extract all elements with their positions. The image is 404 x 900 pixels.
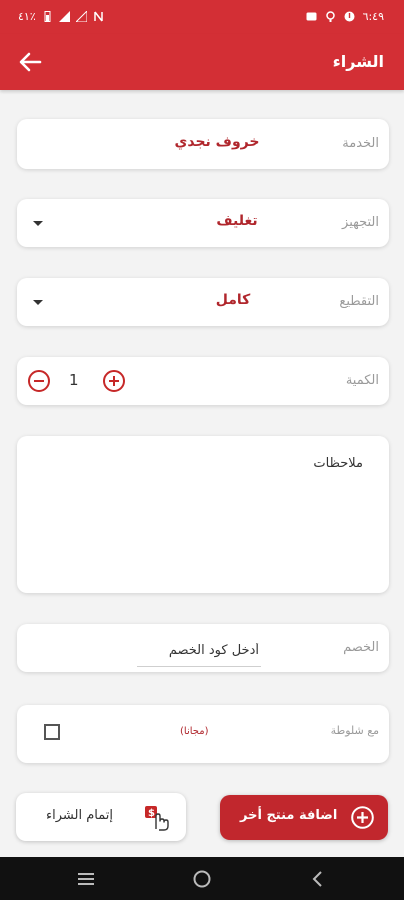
- chevron-down-icon: [33, 221, 43, 226]
- tripe-label: مع شلوطة: [330, 724, 379, 737]
- tap-to-pay-icon: $: [145, 806, 169, 831]
- quantity-label: الكمية: [345, 373, 379, 388]
- location-icon: [325, 11, 335, 22]
- preparation-value: تغليف: [216, 213, 258, 229]
- cutting-dropdown[interactable]: كامل التقطيع: [17, 278, 389, 326]
- battery-icon: [44, 11, 51, 22]
- complete-purchase-label: إتمام الشراء: [46, 808, 113, 823]
- status-bar: ٤١٪ ٦:٤٩: [0, 0, 404, 34]
- add-product-button[interactable]: اضافة منتج أخر: [220, 795, 388, 840]
- system-nav-bar: [0, 857, 404, 900]
- preparation-dropdown[interactable]: تغليف التجهيز: [17, 199, 389, 247]
- alert-icon: [344, 11, 355, 22]
- add-product-label: اضافة منتج أخر: [240, 808, 338, 823]
- nfc-icon: [94, 11, 103, 22]
- status-right: ٦:٤٩: [306, 10, 384, 23]
- discount-code-input[interactable]: [137, 634, 261, 667]
- service-label: الخدمة: [342, 136, 379, 151]
- signal-4g-icon: [75, 11, 87, 22]
- plus-circle-icon: [351, 806, 374, 829]
- notes-field[interactable]: ملاحظات: [17, 436, 389, 593]
- svg-text:$: $: [148, 808, 155, 819]
- discount-label: الخصم: [343, 640, 379, 655]
- cutting-value: كامل: [215, 292, 251, 308]
- signal-icon: [58, 11, 70, 22]
- complete-purchase-button[interactable]: إتمام الشراء $: [16, 793, 186, 841]
- app-bar: الشراء: [0, 34, 404, 90]
- quantity-stepper: 1 الكمية: [17, 357, 389, 405]
- recent-apps-icon[interactable]: [76, 869, 96, 889]
- notification-icon: [306, 12, 317, 21]
- tripe-checkbox[interactable]: [44, 724, 60, 740]
- chevron-down-icon: [33, 300, 43, 305]
- preparation-label: التجهيز: [342, 215, 379, 230]
- plus-circle-icon[interactable]: [103, 370, 125, 392]
- tripe-option: (مجانا) مع شلوطة: [17, 705, 389, 763]
- back-icon[interactable]: [308, 869, 328, 889]
- page-title: الشراء: [332, 52, 384, 71]
- home-icon[interactable]: [192, 869, 212, 889]
- discount-field: الخصم: [17, 624, 389, 672]
- battery-percent: ٤١٪: [18, 10, 36, 23]
- quantity-value: 1: [69, 371, 79, 389]
- arrow-left-icon[interactable]: [18, 51, 42, 73]
- service-value: خروف نجدي: [174, 134, 260, 150]
- minus-circle-icon[interactable]: [28, 370, 50, 392]
- status-left: ٤١٪: [18, 10, 104, 23]
- cutting-label: التقطيع: [339, 294, 379, 309]
- free-note: (مجانا): [180, 726, 209, 737]
- notes-label: ملاحظات: [313, 456, 363, 471]
- status-time: ٦:٤٩: [362, 10, 384, 23]
- service-field[interactable]: الخدمة خروف نجدي: [17, 119, 389, 169]
